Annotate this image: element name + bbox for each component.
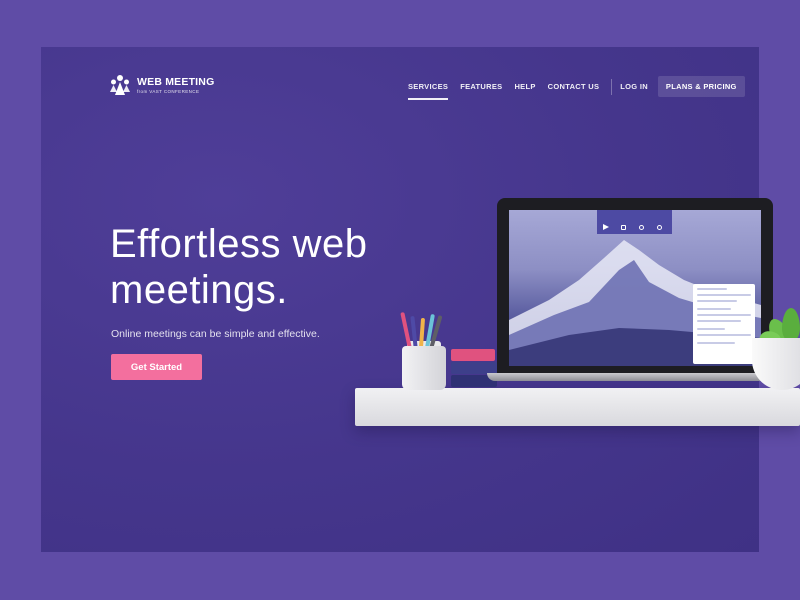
- pen-jar: [402, 346, 446, 390]
- login-link[interactable]: LOG IN: [620, 79, 648, 94]
- call-controls-bar: [597, 210, 672, 234]
- people-group-icon: [109, 74, 131, 96]
- headline-line-2: meetings.: [110, 268, 288, 312]
- laptop: [487, 198, 783, 381]
- add-user-icon: [639, 225, 644, 230]
- laptop-screen: [509, 210, 761, 366]
- laptop-base: [487, 373, 783, 381]
- main-nav: SERVICES FEATURES HELP CONTACT US LOG IN…: [408, 76, 745, 100]
- nav-item-features[interactable]: FEATURES: [460, 79, 502, 94]
- hero-subtitle: Online meetings can be simple and effect…: [111, 328, 320, 340]
- brand-title: WEB MEETING: [137, 76, 215, 88]
- headline-line-1: Effortless web: [110, 222, 368, 266]
- brand-logo[interactable]: WEB MEETING from VAST CONFERENCE: [109, 74, 214, 96]
- nav-item-contact-us[interactable]: CONTACT US: [548, 79, 600, 94]
- plans-pricing-button[interactable]: PLANS & PRICING: [657, 76, 745, 97]
- nav-divider: [611, 78, 613, 95]
- play-icon: [603, 224, 609, 230]
- nav-item-services[interactable]: SERVICES: [408, 79, 449, 100]
- chat-panel: [693, 284, 755, 364]
- plant-pot: [752, 338, 800, 390]
- stacked-books: [451, 349, 499, 389]
- phone-icon: [657, 225, 662, 230]
- shelf: [355, 388, 800, 426]
- nav-item-help[interactable]: HELP: [514, 79, 535, 94]
- hero-headline: Effortless web meetings.: [110, 221, 430, 313]
- get-started-button[interactable]: Get Started: [111, 354, 202, 380]
- screen-share-icon: [621, 225, 626, 230]
- brand-subtitle: from VAST CONFERENCE: [137, 89, 200, 94]
